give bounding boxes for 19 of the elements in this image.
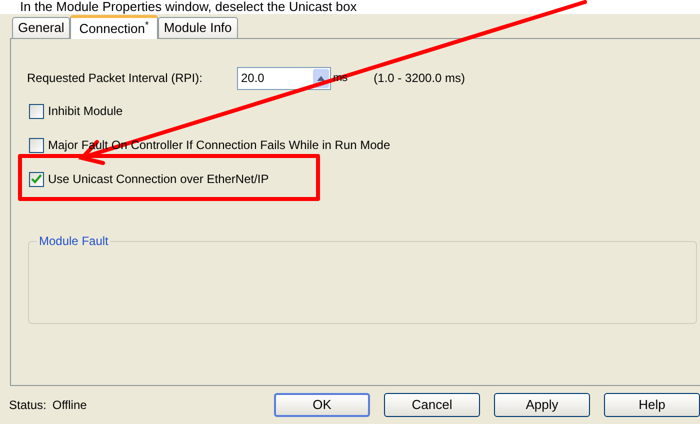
checkbox[interactable] <box>29 172 44 186</box>
checkbox[interactable] <box>29 138 44 152</box>
rpi-field[interactable]: 20.0 <box>237 66 331 90</box>
rpi-label: Requested Packet Interval (RPI): <box>27 70 204 87</box>
range-label: (1.0 - 3200.0 ms) <box>374 70 466 87</box>
checkbox-label: Inhibit Module <box>48 103 123 120</box>
group-title: Module Fault <box>38 233 110 250</box>
checkbox[interactable] <box>29 104 44 118</box>
status-value: Offline <box>52 397 87 414</box>
checkbox-label: Use Unicast Connection over EtherNet/IP <box>48 171 269 188</box>
tab[interactable]: Connection$^{*}$ <box>70 15 158 39</box>
dialog-button[interactable]: Apply <box>494 393 590 417</box>
caption-text: In the Module Properties window, deselect the Unicast box <box>20 0 357 14</box>
dialog-button[interactable]: Cancel <box>384 393 480 417</box>
dialog-button[interactable]: OK <box>274 393 370 417</box>
status-label: Status: <box>9 397 46 414</box>
tab[interactable]: General <box>12 17 70 38</box>
dialog-button[interactable]: Help <box>604 393 700 417</box>
tab[interactable]: Module Info <box>158 17 238 38</box>
